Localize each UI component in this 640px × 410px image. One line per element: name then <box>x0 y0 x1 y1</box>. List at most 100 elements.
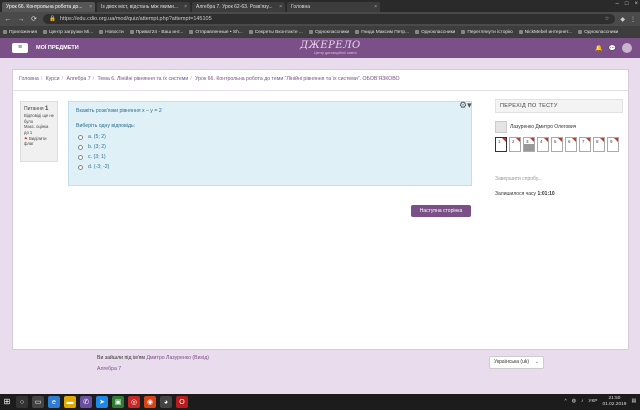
answer-option[interactable]: d. (-3; -2) <box>76 162 464 172</box>
close-icon[interactable]: × <box>374 2 377 12</box>
question-nav-button[interactable]: 7 <box>579 137 591 152</box>
notifications-icon[interactable]: ▤ <box>631 399 636 404</box>
input-language[interactable]: УКР <box>588 399 597 404</box>
bookmark-item[interactable]: Одноклассники <box>578 30 618 35</box>
quiz-navigation-block: ПЕРЕХІД ПО ТЕСТУ Лазуренко Дмитро Олегов… <box>495 99 623 229</box>
bookmark-item[interactable]: Приложения <box>3 30 37 35</box>
close-icon[interactable]: × <box>184 2 187 12</box>
close-icon[interactable]: × <box>279 2 282 12</box>
app-icon[interactable]: ◎ <box>128 396 140 408</box>
navbar-icons: 🔔 💬 <box>595 43 632 53</box>
site-logo-subtitle: Центр дистанційної освіти <box>314 51 357 55</box>
question-nav-button[interactable]: 2 <box>509 137 521 152</box>
network-icon[interactable]: ◍ <box>572 399 576 404</box>
logout-link[interactable]: (Вихід) <box>192 355 209 361</box>
flag-question-link[interactable]: ⚑ Виділити флаг <box>24 136 54 147</box>
footer-course-link[interactable]: Алгебра 7 <box>97 366 121 372</box>
search-icon[interactable]: ○ <box>16 396 28 408</box>
bookmark-item[interactable]: Одноклассники <box>415 30 455 35</box>
hamburger-menu-icon[interactable]: ≡ <box>12 43 28 53</box>
site-navbar: ≡ МОЇ ПРЕДМЕТИ ДЖЕРЕЛО Центр дистанційно… <box>0 38 640 58</box>
question-nav-button[interactable]: 8 <box>593 137 605 152</box>
messages-icon[interactable]: 💬 <box>609 45 616 52</box>
flag-corner-icon <box>600 138 604 142</box>
chrome-icon[interactable]: ◕ <box>160 396 172 408</box>
close-icon[interactable]: × <box>89 2 92 12</box>
question-nav-button[interactable]: 5 <box>551 137 563 152</box>
notification-bell-icon[interactable]: 🔔 <box>595 45 602 52</box>
breadcrumb-lesson[interactable]: Урок 66. Контрольна робота до теми "Ліні… <box>195 76 399 82</box>
bookmark-item[interactable]: Приват24 - Ваш инт... <box>129 30 183 35</box>
bookmark-item[interactable]: Новости <box>99 30 124 35</box>
flag-corner-icon <box>558 138 562 142</box>
question-nav-button[interactable]: 1 <box>495 137 507 152</box>
radio-button[interactable] <box>78 134 83 140</box>
finish-attempt-link[interactable]: Завершити спробу... <box>495 176 542 182</box>
reload-icon[interactable]: ⟳ <box>30 15 38 23</box>
breadcrumb-courses[interactable]: Курси <box>46 76 60 82</box>
quiz-user: Лазуренко Дмитро Олегович <box>495 121 576 133</box>
volume-icon[interactable]: ♪ <box>581 399 583 404</box>
bookmark-item[interactable]: Гнида Максим Петр... <box>355 30 409 35</box>
opera-icon[interactable]: O <box>176 396 188 408</box>
folder-icon[interactable]: ▬ <box>64 396 76 408</box>
bookmark-item[interactable]: Секреты Вконтакте ... <box>248 30 303 35</box>
language-select[interactable]: Українська (uk) ⌄ <box>489 356 544 369</box>
question-content: Вкажіть розв'язки рівняння x – y = 2 Виб… <box>68 101 472 186</box>
answer-option[interactable]: a. (5; 2) <box>76 132 464 142</box>
breadcrumb-home[interactable]: Головна <box>19 76 39 82</box>
radio-button[interactable] <box>78 154 83 160</box>
bookmark-item[interactable]: Одноклассники <box>308 30 349 35</box>
browser-tab-4[interactable]: Головна × <box>287 2 380 12</box>
flag-corner-icon <box>516 138 520 142</box>
site-logo[interactable]: ДЖЕРЕЛО <box>300 40 361 51</box>
extension-icon[interactable]: ◆ <box>620 16 625 23</box>
question-nav-button[interactable]: 6 <box>565 137 577 152</box>
next-page-button[interactable]: Наступна сторінка <box>411 205 471 217</box>
telegram-icon[interactable]: ➤ <box>96 396 108 408</box>
bookmark-item[interactable]: NickMebel интернет... <box>518 30 572 35</box>
winrar-icon[interactable]: ▣ <box>112 396 124 408</box>
task-view-icon[interactable]: ▭ <box>32 396 44 408</box>
bookmark-icon <box>308 30 313 34</box>
browser-tab-1[interactable]: Урок 66. Контрольна робота до... × <box>2 2 95 12</box>
browser-menu-icon[interactable]: ⋮ <box>630 16 636 23</box>
back-icon[interactable]: ← <box>4 16 12 23</box>
bookmark-item[interactable]: Отправленные • Sh... <box>189 30 243 35</box>
minimize-icon[interactable]: – <box>616 1 619 7</box>
question-marks: Макс. оцінка до 1 <box>24 124 49 136</box>
flag-corner-icon <box>530 138 534 142</box>
avatar[interactable] <box>622 43 632 53</box>
time-left: Залишилося часу 1:01:10 <box>495 191 555 197</box>
viber-icon[interactable]: ✆ <box>80 396 92 408</box>
main-content: Головна / Курси / Алгебра 7/ Тема 6. Ліній… <box>12 69 629 350</box>
radio-button[interactable] <box>78 164 83 170</box>
maximize-icon[interactable]: □ <box>625 1 629 7</box>
question-nav-button[interactable]: 3 <box>523 137 535 152</box>
clock[interactable]: 21:50 01.02.2019 <box>602 396 626 408</box>
question-nav-button[interactable]: 9 <box>607 137 619 152</box>
edge-icon[interactable]: e <box>48 396 60 408</box>
window-close-icon[interactable]: × <box>634 1 638 7</box>
browser-tab-2[interactable]: Із двох міст, відстань між якими... × <box>97 2 190 12</box>
bookmark-item[interactable]: Переглянути історію <box>461 30 513 35</box>
question-nav-button[interactable]: 4 <box>537 137 549 152</box>
forward-icon[interactable]: → <box>17 16 25 23</box>
bookmark-icon <box>355 30 360 34</box>
answer-option[interactable]: b. (3; 2) <box>76 142 464 152</box>
user-profile-link[interactable]: Дмитро Лазуренко <box>146 355 191 361</box>
gear-icon[interactable]: ⚙▾ <box>459 100 472 111</box>
breadcrumb-topic[interactable]: Тема 6. Лінійні рівняння та їх системи <box>98 76 189 82</box>
my-courses-menu[interactable]: МОЇ ПРЕДМЕТИ <box>36 45 79 51</box>
windows-start-icon[interactable]: ⊞ <box>2 397 12 407</box>
breadcrumb-course[interactable]: Алгебра 7 <box>66 76 90 82</box>
url-input[interactable]: 🔒 https://edu.cdio.org.ua/mod/quiz/attem… <box>43 14 616 24</box>
answer-option[interactable]: c. (3; 1) <box>76 152 464 162</box>
radio-button[interactable] <box>78 144 83 150</box>
bookmark-icon <box>189 30 194 34</box>
browser-tab-3[interactable]: Алгебра 7. Урок 62-63. Розв'язу... × <box>192 2 285 12</box>
bookmark-star-icon[interactable]: ☆ <box>604 14 609 24</box>
bookmark-item[interactable]: Центр загрузки Mi... <box>43 30 93 35</box>
tray-chevron-icon[interactable]: ^ <box>565 399 567 404</box>
ubisoft-icon[interactable]: ◉ <box>144 396 156 408</box>
